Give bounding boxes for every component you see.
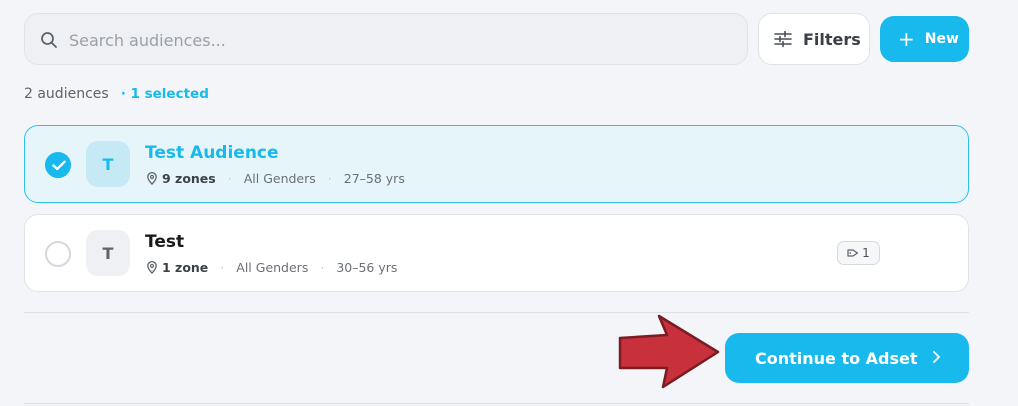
audience-card[interactable]: T Test Audience 9 zones · All Genders · … (24, 125, 969, 203)
age-range: 27–58 yrs (343, 171, 405, 186)
continue-label: Continue to Adset (755, 348, 918, 368)
audience-count-text: 2 audiences (24, 86, 109, 102)
separator-dot: · (327, 171, 332, 186)
filters-button[interactable]: Filters (758, 13, 870, 65)
zones-count: 1 zone (162, 260, 209, 275)
chevron-right-icon (932, 349, 941, 368)
checkmark-icon (52, 160, 66, 171)
zones-count: 9 zones (162, 171, 216, 186)
separator-dot: · (220, 260, 225, 275)
age-range: 30–56 yrs (336, 260, 398, 275)
tag-count: 1 (862, 246, 870, 260)
location-pin-icon (147, 261, 157, 274)
new-audience-button[interactable]: + New (880, 16, 969, 62)
audience-card[interactable]: T Test 1 zone · All Genders · 30–56 yrs … (24, 214, 969, 292)
new-label: New (924, 31, 959, 47)
location-pin-icon (147, 172, 157, 185)
separator-dot: · (320, 260, 325, 275)
audience-meta: 1 zone · All Genders · 30–56 yrs (146, 260, 397, 275)
separator-dot: · (227, 171, 232, 186)
tag-count-badge[interactable]: 1 (837, 241, 880, 265)
gender-label: All Genders (236, 260, 309, 275)
plus-icon: + (898, 27, 915, 51)
divider (24, 312, 969, 313)
avatar: T (86, 141, 130, 187)
continue-to-adset-button[interactable]: Continue to Adset (725, 333, 969, 383)
audience-count: 2 audiences · 1 selected (24, 86, 209, 102)
selected-count-text: · 1 selected (120, 86, 209, 102)
avatar: T (86, 230, 130, 276)
audience-meta: 9 zones · All Genders · 27–58 yrs (146, 171, 405, 186)
select-radio[interactable] (45, 241, 71, 267)
divider (24, 403, 969, 404)
sliders-icon (774, 30, 792, 48)
audience-name: Test Audience (145, 143, 279, 163)
search-icon (41, 32, 57, 48)
search-box[interactable] (24, 13, 748, 65)
tag-icon (847, 249, 859, 257)
filters-label: Filters (803, 29, 861, 49)
audience-name: Test (145, 232, 185, 252)
toolbar: Filters + New (24, 13, 969, 65)
select-radio[interactable] (45, 152, 71, 178)
search-input[interactable] (69, 26, 729, 54)
gender-label: All Genders (243, 171, 316, 186)
annotation-arrow-icon (618, 314, 720, 389)
